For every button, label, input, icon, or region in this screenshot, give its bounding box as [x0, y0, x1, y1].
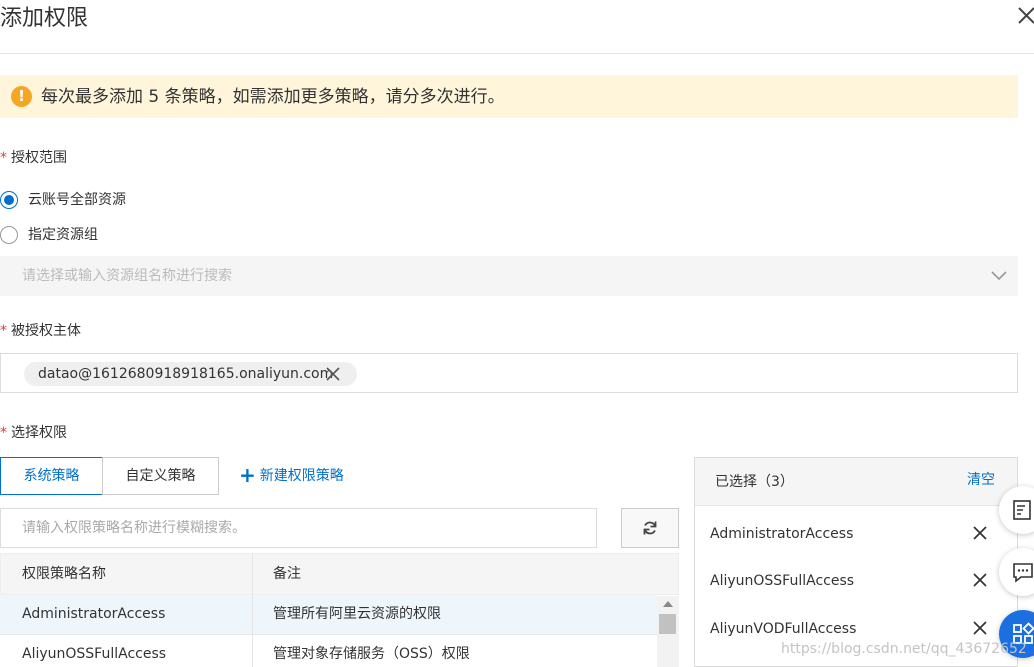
principal-tag-text: datao@1612680918918165.onaliyun.com — [38, 366, 334, 382]
tab-custom-policy[interactable]: 自定义策略 — [102, 457, 219, 495]
radio-resource-group[interactable] — [0, 226, 18, 244]
policy-name-cell: AdministratorAccess — [22, 606, 166, 622]
remove-icon[interactable] — [972, 525, 988, 541]
chevron-down-icon[interactable] — [988, 264, 1010, 286]
selected-panel-title: 已选择（3） — [715, 474, 794, 490]
add-permission-dialog: 添加权限 ! 每次最多添加 5 条策略，如需添加更多策略，请分多次进行。 * 授权… — [0, 0, 1034, 667]
radio-all-resources-label[interactable]: 云账号全部资源 — [28, 190, 126, 210]
plus-icon: + — [239, 463, 256, 487]
column-header-policy-name: 权限策略名称 — [22, 566, 106, 582]
scroll-up-icon[interactable] — [663, 601, 673, 607]
clear-selected-button[interactable]: 清空 — [967, 470, 995, 490]
new-policy-label: 新建权限策略 — [259, 468, 344, 484]
refresh-icon[interactable] — [640, 518, 660, 538]
required-mark: * — [0, 150, 7, 166]
principal-label-text: 被授权主体 — [11, 323, 81, 339]
feedback-icon — [1013, 500, 1031, 520]
selected-item: AdministratorAccess — [710, 526, 854, 542]
warning-icon: ! — [11, 86, 32, 107]
scope-label: * 授权范围 — [0, 148, 67, 168]
tab-system-policy[interactable]: 系统策略 — [0, 457, 103, 495]
policy-note-cell: 管理所有阿里云资源的权限 — [273, 606, 441, 622]
close-icon[interactable] — [325, 366, 341, 382]
permissions-label: * 选择权限 — [0, 423, 67, 443]
policy-name-cell: AliyunOSSFullAccess — [22, 646, 167, 662]
policy-note-cell: 管理对象存储服务（OSS）权限 — [273, 646, 470, 662]
remove-icon[interactable] — [972, 620, 988, 636]
alert-text: 每次最多添加 5 条策略，如需添加更多策略，请分多次进行。 — [41, 87, 505, 107]
dialog-title: 添加权限 — [0, 6, 89, 31]
chat-icon — [1013, 563, 1033, 583]
selected-item: AliyunOSSFullAccess — [710, 573, 855, 589]
principal-label: * 被授权主体 — [0, 321, 81, 341]
column-header-note: 备注 — [273, 566, 301, 582]
permissions-label-text: 选择权限 — [11, 425, 67, 441]
new-policy-link[interactable]: + 新建权限策略 — [239, 464, 344, 487]
close-icon[interactable] — [1016, 4, 1034, 32]
required-mark: * — [0, 425, 7, 441]
radio-resource-group-label[interactable]: 指定资源组 — [28, 225, 98, 245]
scope-label-text: 授权范围 — [11, 150, 67, 166]
remove-icon[interactable] — [972, 572, 988, 588]
radio-all-resources[interactable] — [0, 191, 18, 209]
scrollbar-thumb[interactable] — [659, 614, 676, 634]
header-divider — [0, 53, 1034, 54]
selected-item: AliyunVODFullAccess — [710, 621, 857, 637]
watermark-text: https://blog.csdn.net/qq_43672652 — [781, 641, 1027, 657]
resource-group-placeholder: 请选择或输入资源组名称进行搜索 — [22, 268, 232, 284]
required-mark: * — [0, 323, 7, 339]
column-divider — [252, 553, 253, 667]
policy-search-placeholder: 请输入权限策略名称进行模糊搜索。 — [22, 520, 246, 536]
